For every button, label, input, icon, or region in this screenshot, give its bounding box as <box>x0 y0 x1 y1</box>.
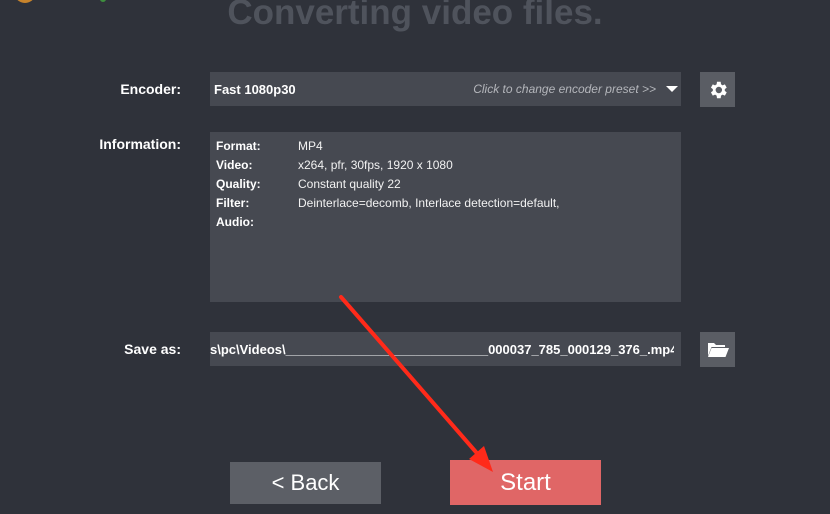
info-key: Audio: <box>216 215 254 229</box>
annotation-arrow-line <box>339 295 484 461</box>
info-key: Filter: <box>216 196 250 210</box>
info-value: MP4 <box>298 139 323 153</box>
info-value: Deinterlace=decomb, Interlace detection=… <box>298 196 560 210</box>
information-label: Information: <box>99 136 181 152</box>
back-button[interactable]: < Back <box>230 462 381 504</box>
info-key: Quality: <box>216 177 261 191</box>
save-as-label: Save as: <box>124 341 181 357</box>
gear-icon <box>710 81 727 98</box>
encoder-preset-select[interactable]: Fast 1080p30 Click to change encoder pre… <box>210 72 681 106</box>
info-key: Format: <box>216 139 261 153</box>
save-path-input[interactable] <box>210 332 677 366</box>
info-key: Video: <box>216 158 253 172</box>
encoder-hint: Click to change encoder preset >> <box>473 82 656 96</box>
page-title: Converting video files. <box>227 0 603 32</box>
encoder-value: Fast 1080p30 <box>214 82 296 97</box>
folder-open-icon <box>707 342 729 357</box>
save-path-field[interactable] <box>210 332 681 366</box>
browse-folder-button[interactable] <box>700 332 735 367</box>
encoder-settings-button[interactable] <box>700 72 735 107</box>
dropdown-arrow-icon <box>666 86 678 92</box>
info-value: x264, pfr, 30fps, 1920 x 1080 <box>298 158 453 172</box>
information-panel: Format: MP4 Video: x264, pfr, 30fps, 192… <box>210 132 681 302</box>
start-button[interactable]: Start <box>450 460 601 505</box>
encoder-label: Encoder: <box>120 81 181 97</box>
info-value: Constant quality 22 <box>298 177 401 191</box>
